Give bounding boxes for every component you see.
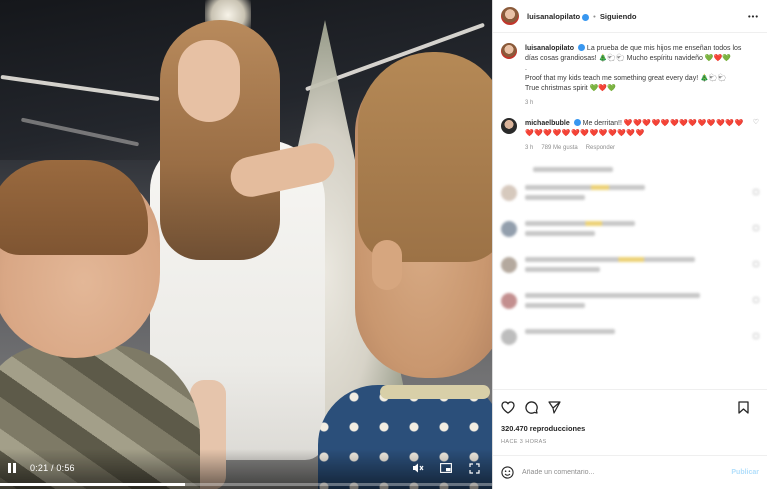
heart-icon[interactable] [501, 400, 515, 414]
video-progress-fill [0, 483, 185, 486]
caption-text-en-2: True christmas spirit 💚❤️💚 [525, 85, 616, 92]
caption-avatar[interactable] [501, 43, 517, 59]
comments-list[interactable]: luisanalopilato La prueba de que mis hij… [493, 33, 767, 389]
comment-text: Me derritan!! [582, 120, 622, 127]
comment-username[interactable]: michaelbuble [525, 120, 570, 127]
video-controls: 0:21 / 0:56 [0, 449, 492, 489]
paper-plane-icon[interactable] [548, 400, 561, 414]
video-progress-bar[interactable] [0, 483, 492, 486]
bookmark-icon[interactable] [738, 400, 749, 414]
caption: luisanalopilato La prueba de que mis hij… [501, 43, 759, 108]
caption-username[interactable]: luisanalopilato [525, 45, 574, 52]
more-options-icon[interactable]: ••• [748, 12, 759, 21]
verified-badge-icon [582, 13, 590, 21]
fullscreen-icon[interactable] [466, 462, 482, 474]
video-player[interactable]: 0:21 / 0:56 [0, 0, 492, 489]
blurred-comment [501, 221, 759, 241]
header-username[interactable]: luisanalopilato [527, 12, 580, 21]
following-button[interactable]: Siguiendo [600, 12, 637, 21]
video-time: 0:21 / 0:56 [30, 463, 75, 473]
view-count[interactable]: 320.470 reproducciones [501, 424, 759, 433]
smiley-icon[interactable] [501, 466, 514, 479]
kid-right-collar [380, 385, 490, 399]
pause-icon[interactable] [8, 463, 18, 473]
instagram-post-modal: 0:21 / 0:56 luisanalopilato • Siguiendo … [0, 0, 767, 489]
comment-item: michaelbuble Me derritan!! ❤️❤️❤️❤️❤️❤️❤… [501, 118, 759, 153]
blurred-comment [501, 293, 759, 313]
verified-badge-icon [573, 119, 581, 126]
post-actions: 320.470 reproducciones HACE 3 HORAS [493, 389, 767, 445]
picture-in-picture-icon[interactable] [438, 462, 454, 474]
post-side-panel: luisanalopilato • Siguiendo ••• luisanal… [492, 0, 767, 489]
comment-likes[interactable]: 789 Me gusta [541, 145, 577, 151]
kid-right-ear [372, 240, 402, 290]
kid-right-hair [358, 52, 492, 262]
commenter-avatar[interactable] [501, 118, 517, 134]
add-comment-bar: Publicar [493, 455, 767, 489]
verified-badge-icon [577, 44, 585, 51]
blurred-comment [501, 329, 759, 345]
caption-dot: . [525, 65, 527, 72]
avatar[interactable] [501, 7, 519, 25]
caption-text-en: Proof that my kids teach me something gr… [525, 75, 727, 82]
blurred-comment [501, 257, 759, 277]
comment-age: 3 h [525, 145, 534, 151]
comment-input[interactable] [522, 469, 732, 476]
comment-icon[interactable] [525, 400, 538, 414]
muted-speaker-icon[interactable] [410, 462, 426, 474]
blurred-comment [525, 167, 759, 177]
publish-button[interactable]: Publicar [731, 469, 759, 476]
reply-button[interactable]: Responder [586, 145, 615, 151]
post-header: luisanalopilato • Siguiendo ••• [493, 0, 767, 33]
separator-dot: • [593, 11, 596, 21]
post-timestamp: HACE 3 HORAS [501, 439, 547, 445]
kid-left-hair [0, 160, 148, 255]
comment-like-heart-icon[interactable]: ♡ [753, 118, 759, 153]
woman-face [178, 40, 240, 122]
caption-age: 3 h [525, 100, 534, 106]
blurred-comment [501, 185, 759, 205]
